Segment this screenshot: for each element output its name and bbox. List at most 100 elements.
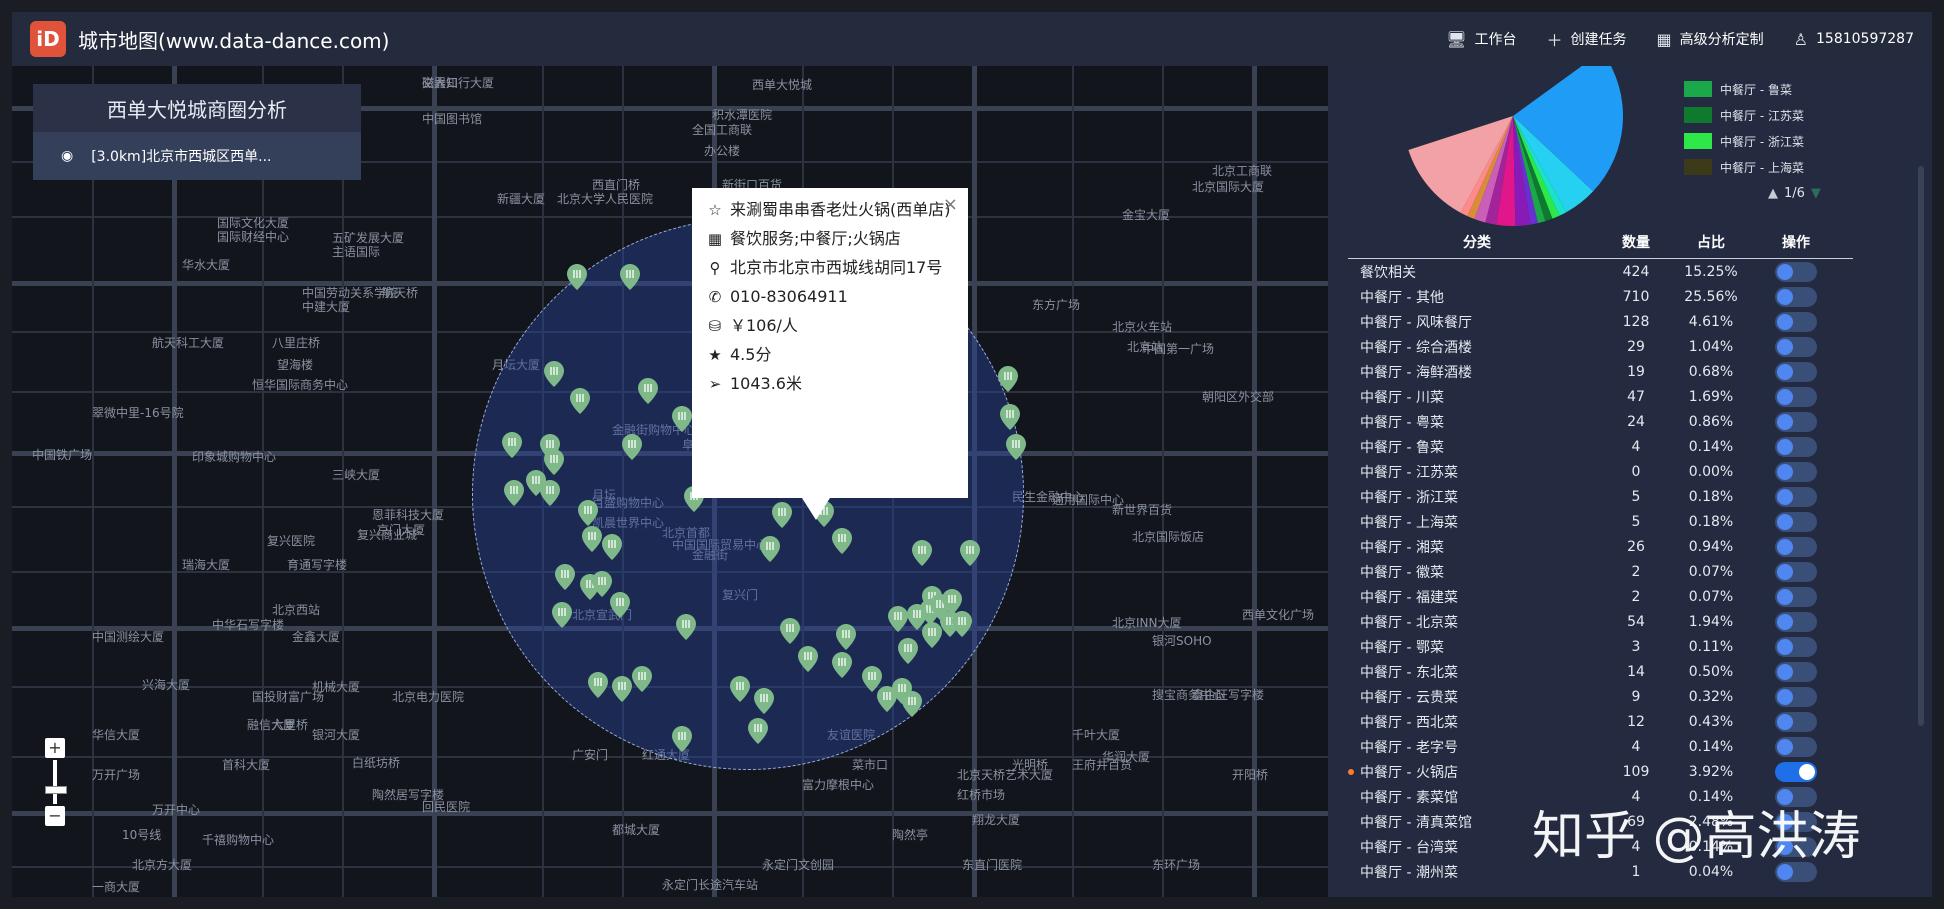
poi-marker[interactable] <box>1006 434 1026 460</box>
poi-marker[interactable] <box>772 502 792 528</box>
layer-toggle[interactable] <box>1775 261 1817 282</box>
map-label: 中国图书馆 <box>422 112 483 126</box>
poi-marker[interactable] <box>570 388 590 414</box>
poi-marker[interactable] <box>1000 404 1020 430</box>
layer-toggle[interactable] <box>1775 536 1817 557</box>
map-label: 国际财经中心 <box>217 230 290 244</box>
layer-toggle[interactable] <box>1775 461 1817 482</box>
workbench-button[interactable]: 🖥 工作台 <box>1446 29 1516 49</box>
poi-marker[interactable] <box>888 606 908 632</box>
layer-toggle[interactable] <box>1775 386 1817 407</box>
zoom-out-button[interactable]: − <box>45 806 65 826</box>
poi-marker[interactable] <box>592 571 612 597</box>
legend-item[interactable]: 中餐厅 - 上海菜 <box>1684 154 1804 180</box>
poi-marker[interactable] <box>610 592 630 618</box>
legend-item[interactable]: 中餐厅 - 浙江菜 <box>1684 128 1804 154</box>
zoom-slider[interactable] <box>45 760 67 804</box>
poi-marker[interactable] <box>672 726 692 752</box>
poi-marker[interactable] <box>632 666 652 692</box>
poi-marker[interactable] <box>798 646 818 672</box>
zoom-in-button[interactable]: + <box>45 738 65 758</box>
poi-marker[interactable] <box>922 622 942 648</box>
poi-marker[interactable] <box>960 540 980 566</box>
poi-marker[interactable] <box>672 406 692 432</box>
poi-marker[interactable] <box>760 536 780 562</box>
analysis-address-item[interactable]: ◉ [3.0km]北京市西城区西单... <box>33 132 361 180</box>
layer-toggle[interactable] <box>1775 586 1817 607</box>
map-label: 新疆大厦 <box>497 192 546 206</box>
poi-marker[interactable] <box>730 676 750 702</box>
poi-marker[interactable] <box>832 652 852 678</box>
layer-toggle[interactable] <box>1775 336 1817 357</box>
row-ratio: 0.07% <box>1688 563 1734 580</box>
close-icon[interactable]: × <box>943 194 958 215</box>
poi-marker[interactable] <box>942 589 962 615</box>
layer-toggle[interactable] <box>1775 286 1817 307</box>
legend-item[interactable]: 中餐厅 - 江苏菜 <box>1684 102 1804 128</box>
map-label: 10号线 <box>122 828 162 842</box>
zoom-slider-handle[interactable] <box>45 786 67 794</box>
map-label: 搜宝商务中心 <box>1152 688 1225 702</box>
layer-toggle[interactable] <box>1775 311 1817 332</box>
poi-marker[interactable] <box>998 366 1018 392</box>
poi-marker[interactable] <box>588 672 608 698</box>
poi-marker[interactable] <box>676 614 696 640</box>
poi-marker[interactable] <box>544 361 564 387</box>
poi-marker[interactable] <box>780 618 800 644</box>
poi-marker[interactable] <box>898 638 918 664</box>
layer-toggle[interactable] <box>1775 611 1817 632</box>
layer-toggle[interactable] <box>1775 711 1817 732</box>
poi-marker[interactable] <box>540 480 560 506</box>
poi-marker[interactable] <box>836 624 856 650</box>
legend-item[interactable]: 中餐厅 - 鲁菜 <box>1684 76 1804 102</box>
map-label: 华信大厦 <box>92 728 141 742</box>
poi-marker[interactable] <box>912 540 932 566</box>
row-action <box>1756 286 1836 307</box>
location-pin-icon: ◉ <box>61 148 74 164</box>
poi-marker[interactable] <box>578 500 598 526</box>
layer-toggle[interactable] <box>1775 561 1817 582</box>
pager-next-icon[interactable]: ▼ <box>1811 186 1821 201</box>
map-label: 富力摩根中心 <box>802 778 875 792</box>
poi-marker[interactable] <box>582 526 602 552</box>
layer-toggle[interactable] <box>1775 411 1817 432</box>
row-count: 2 <box>1631 588 1641 605</box>
layer-toggle[interactable] <box>1775 686 1817 707</box>
toggle-knob <box>1777 388 1793 405</box>
panel-scrollbar[interactable] <box>1918 166 1924 726</box>
layer-toggle[interactable] <box>1775 511 1817 532</box>
layer-toggle[interactable] <box>1775 736 1817 757</box>
poi-marker[interactable] <box>612 676 632 702</box>
app-logo[interactable]: iD <box>30 21 66 57</box>
table-row: 餐饮相关 424 15.25% <box>1348 259 1853 284</box>
poi-marker[interactable] <box>622 434 642 460</box>
poi-marker[interactable] <box>620 264 640 290</box>
poi-marker[interactable] <box>504 480 524 506</box>
row-count: 109 <box>1622 763 1650 780</box>
user-account-button[interactable]: ♙ 15810597287 <box>1794 30 1914 49</box>
poi-marker[interactable] <box>502 432 522 458</box>
poi-marker[interactable] <box>638 378 658 404</box>
layer-toggle[interactable] <box>1775 661 1817 682</box>
map-label: 办公楼 <box>704 144 741 158</box>
map-canvas[interactable]: 交大知行大厦 西单大悦城 中国图书馆 积水潭医院 全国工商联 办公楼 新街口百货 西直门桥 北京… <box>12 66 1328 897</box>
poi-marker[interactable] <box>544 449 564 475</box>
poi-marker[interactable] <box>902 691 922 717</box>
layer-toggle[interactable] <box>1775 361 1817 382</box>
poi-marker[interactable] <box>832 528 852 554</box>
advanced-analysis-button[interactable]: ▦ 高级分析定制 <box>1657 29 1764 49</box>
poi-marker[interactable] <box>552 602 572 628</box>
poi-marker[interactable] <box>555 564 575 590</box>
layer-toggle[interactable] <box>1775 486 1817 507</box>
pager-prev-icon[interactable]: ▲ <box>1768 186 1778 201</box>
poi-marker[interactable] <box>748 718 768 744</box>
layer-toggle[interactable] <box>1775 436 1817 457</box>
create-task-button[interactable]: ＋ 创建任务 <box>1547 27 1627 51</box>
poi-marker[interactable] <box>567 264 587 290</box>
layer-toggle[interactable] <box>1775 636 1817 657</box>
row-count: 5 <box>1631 488 1641 505</box>
layer-toggle[interactable] <box>1775 761 1817 782</box>
poi-marker[interactable] <box>602 534 622 560</box>
poi-marker[interactable] <box>754 688 774 714</box>
table-row: 中餐厅 - 福建菜 2 0.07% <box>1348 584 1853 609</box>
